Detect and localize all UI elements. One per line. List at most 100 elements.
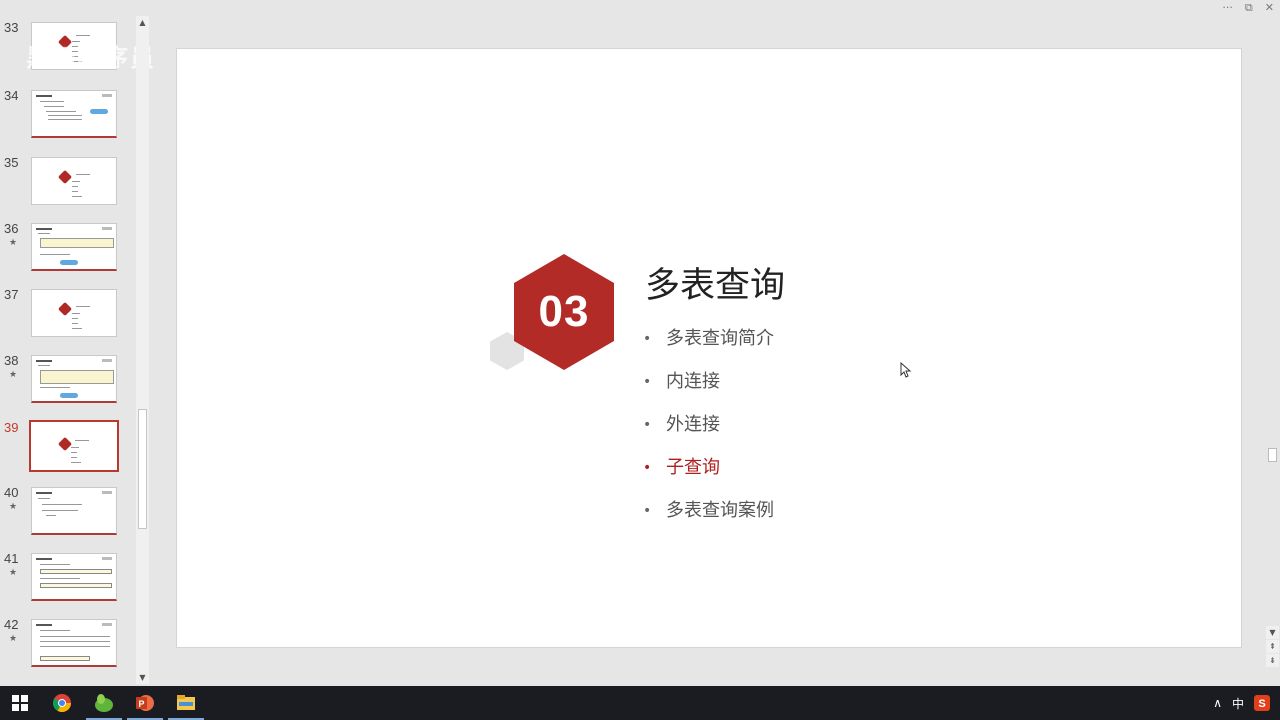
thumb-line <box>48 119 82 120</box>
slide-thumbnail[interactable] <box>31 619 117 667</box>
thumbnail-row[interactable]: 37 <box>0 287 136 339</box>
thumb-line <box>72 191 78 192</box>
agenda-item[interactable]: • 内连接 <box>643 370 774 413</box>
slide-thumbnail[interactable] <box>31 355 117 403</box>
scrollbar-thumb[interactable] <box>138 409 147 529</box>
thumb-logo <box>102 623 112 626</box>
thumbnail-row[interactable]: 40 ★ <box>0 485 136 537</box>
slide-thumbnail[interactable] <box>31 487 117 535</box>
section-number: 03 <box>538 287 590 336</box>
thumb-line <box>38 233 50 234</box>
slide-thumbnail[interactable] <box>31 157 117 205</box>
sogou-input-icon[interactable]: S <box>1254 695 1270 711</box>
thumb-logo <box>102 94 112 97</box>
chrome-icon[interactable] <box>42 686 82 720</box>
slide-thumbnail-selected[interactable] <box>29 420 119 472</box>
thumbnail-row[interactable]: 35 <box>0 155 136 207</box>
thumb-line <box>72 186 78 187</box>
scrollbar-thumb[interactable] <box>1268 448 1277 462</box>
window-controls: ··· ⧉ ✕ <box>1222 0 1274 16</box>
thumb-line <box>72 196 82 197</box>
thumb-line <box>40 564 70 565</box>
close-window-icon[interactable]: ✕ <box>1265 0 1274 16</box>
animation-star-icon: ★ <box>9 502 18 512</box>
slide-number: 42 <box>4 617 19 632</box>
slide-title[interactable]: 多表查询 <box>645 257 785 308</box>
thumb-line <box>71 447 79 448</box>
thumbnail-row[interactable]: 36 ★ <box>0 221 136 273</box>
thumbnail-scrollbar[interactable]: ▲ ▼ <box>136 16 149 684</box>
windows-start-icon[interactable] <box>0 686 40 720</box>
scroll-up-arrow-icon[interactable]: ▲ <box>136 16 149 29</box>
thumb-logo <box>102 227 112 230</box>
animation-star-icon: ★ <box>9 370 18 380</box>
thumb-line <box>40 630 70 631</box>
agenda-item-label: 内连接 <box>666 371 720 392</box>
animation-star-icon: ★ <box>9 568 18 578</box>
agenda-item-label: 子查询 <box>666 457 720 478</box>
slide-number: 37 <box>4 287 19 302</box>
scroll-down-arrow-icon[interactable]: ▼ <box>136 671 149 684</box>
thumb-line <box>38 498 50 499</box>
agenda-item[interactable]: • 外连接 <box>643 413 774 456</box>
thumb-line <box>72 328 82 329</box>
slide-thumbnail[interactable] <box>31 289 117 337</box>
next-slide-icon[interactable]: ⇟ <box>1266 654 1279 667</box>
slide-thumbnail[interactable] <box>31 223 117 271</box>
slide-scrollbar[interactable]: ▼ ⇞ ⇟ <box>1266 16 1280 684</box>
thumb-line <box>40 636 110 637</box>
thumb-line <box>72 181 80 182</box>
thumb-title <box>36 360 52 362</box>
svg-text:P: P <box>138 699 144 709</box>
thumb-line <box>44 106 64 107</box>
thumb-line <box>40 646 110 647</box>
thumbnail-row[interactable]: 42 ★ <box>0 617 136 669</box>
slide-number: 41 <box>4 551 19 566</box>
slide-number: 36 <box>4 221 19 236</box>
previous-slide-icon[interactable]: ⇞ <box>1266 640 1279 653</box>
thumb-title <box>36 228 52 230</box>
feishu-app-icon[interactable] <box>84 686 124 720</box>
thumb-line <box>46 515 56 516</box>
thumbnail-row[interactable]: 34 <box>0 88 136 140</box>
mouse-pointer-icon <box>900 362 912 378</box>
restore-window-icon[interactable]: ⧉ <box>1245 0 1253 16</box>
thumb-hex-icon <box>57 436 73 452</box>
agenda-item[interactable]: • 多表查询简介 <box>643 327 774 370</box>
system-tray: ∧ 中 S <box>1213 686 1270 720</box>
input-method-indicator[interactable]: 中 <box>1232 695 1244 712</box>
slide-thumbnail[interactable] <box>31 553 117 601</box>
agenda-item[interactable]: • 多表查询案例 <box>643 499 774 542</box>
file-explorer-icon[interactable] <box>166 686 206 720</box>
thumbnail-row[interactable]: 41 ★ <box>0 551 136 603</box>
more-options-icon[interactable]: ··· <box>1222 0 1233 16</box>
thumb-logo <box>102 491 112 494</box>
animation-star-icon: ★ <box>9 238 18 248</box>
thumb-button <box>60 393 78 398</box>
thumb-title <box>36 558 52 560</box>
thumb-code-box <box>40 238 114 248</box>
thumb-line <box>76 35 90 36</box>
scroll-down-arrow-icon[interactable]: ▼ <box>1266 626 1279 639</box>
thumb-line <box>40 254 70 255</box>
thumb-code-box <box>40 583 112 588</box>
thumb-line <box>72 323 78 324</box>
slide-thumbnail-panel[interactable]: 33 34 35 36 ★ 37 38 ★ 39 40 ★ 41 ★ 42 ★ <box>0 16 150 684</box>
slide-number: 39 <box>4 420 19 435</box>
thumb-title <box>36 492 52 494</box>
thumb-button <box>60 260 78 265</box>
thumb-line <box>42 504 82 505</box>
agenda-item-highlighted[interactable]: • 子查询 <box>643 456 774 499</box>
thumbnail-row-selected[interactable]: 39 <box>0 420 136 472</box>
powerpoint-icon[interactable]: P <box>125 686 165 720</box>
tray-overflow-chevron-icon[interactable]: ∧ <box>1213 696 1222 710</box>
bullet-dot: • <box>643 331 652 347</box>
thumbnail-row[interactable]: 38 ★ <box>0 353 136 405</box>
agenda-item-label: 外连接 <box>666 414 720 435</box>
slide-canvas[interactable]: 03 多表查询 • 多表查询简介 • 内连接 • 外连接 • 子查询 • 多表查… <box>176 48 1242 648</box>
thumb-line <box>40 641 110 642</box>
slide-thumbnail[interactable] <box>31 90 117 138</box>
bullet-dot: • <box>643 460 652 476</box>
agenda-list[interactable]: • 多表查询简介 • 内连接 • 外连接 • 子查询 • 多表查询案例 <box>643 327 774 542</box>
thumb-line <box>42 510 78 511</box>
